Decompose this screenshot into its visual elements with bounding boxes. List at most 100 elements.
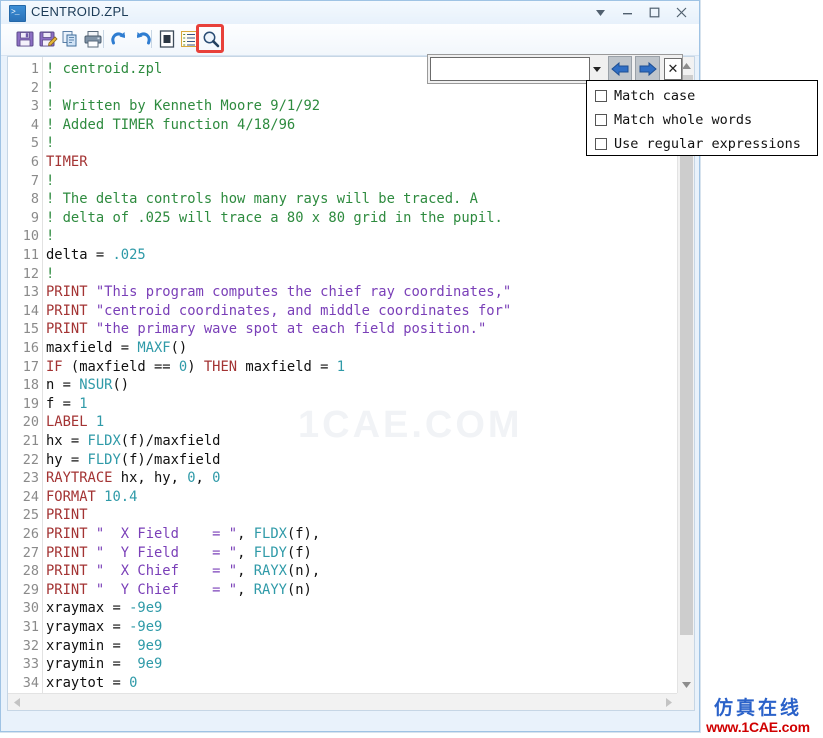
code-line[interactable]: f = 1 <box>46 395 88 414</box>
code-token: xraymin = <box>46 637 138 654</box>
code-token: ! Written by Kenneth Moore 9/1/92 <box>46 98 321 115</box>
find-button-highlight <box>196 24 224 53</box>
code-token: "the primary wave spot at each field pos… <box>95 321 487 338</box>
code-token: (f)/maxfield <box>120 451 221 468</box>
code-token: NSUR <box>79 377 113 394</box>
code-line[interactable]: ! <box>46 227 54 246</box>
code-line[interactable]: n = NSUR() <box>46 376 129 395</box>
code-line[interactable]: PRINT " X Field = ", FLDX(f), <box>46 525 320 544</box>
option-use-regular-expressions[interactable]: Use regular expressions <box>595 132 817 156</box>
code-token: yraymax = <box>46 619 130 635</box>
code-line[interactable]: RAYTRACE hx, hy, 0, 0 <box>46 469 220 488</box>
option-match-whole-words[interactable]: Match whole words <box>595 108 817 132</box>
code-line[interactable]: yraymin = 9e9 <box>46 655 162 674</box>
code-token: (n) <box>286 581 312 598</box>
code-line[interactable]: LABEL 1 <box>46 413 104 432</box>
code-token: FLDY <box>253 544 287 561</box>
line-number: 1 <box>30 61 39 77</box>
code-token: ! delta of .025 will trace a 80 x 80 gri… <box>46 209 503 226</box>
code-token: RAYX <box>253 563 287 580</box>
code-line[interactable]: hx = FLDX(f)/maxfield <box>46 432 220 451</box>
code-line[interactable]: PRINT "the primary wave spot at each fie… <box>46 320 486 339</box>
find-previous-button[interactable] <box>607 56 633 82</box>
close-find-button[interactable]: ✕ <box>663 58 682 80</box>
code-token: ! <box>46 228 55 245</box>
option-label: Match whole words <box>614 112 753 128</box>
code-token: hx = <box>46 433 88 449</box>
code-token: maxfield = <box>237 358 337 375</box>
code-token: (n), <box>286 563 321 580</box>
code-token: .025 <box>112 247 146 263</box>
save-as-button[interactable] <box>36 27 60 51</box>
line-number: 20 <box>22 414 39 431</box>
maximize-button[interactable] <box>641 2 668 24</box>
page-icon[interactable] <box>155 27 179 51</box>
line-number: 24 <box>22 488 39 505</box>
titlebar-dropdown-button[interactable] <box>587 2 614 24</box>
find-next-button[interactable] <box>635 56 660 82</box>
code-line[interactable]: ! The delta controls how many rays will … <box>46 190 478 209</box>
code-token: delta = <box>46 247 113 263</box>
minimize-button[interactable] <box>614 2 641 24</box>
code-token: 1 <box>79 395 88 412</box>
code-line[interactable]: xraymin = 9e9 <box>46 637 162 656</box>
line-number: 12 <box>22 265 39 282</box>
code-line[interactable]: PRINT " X Chief = ", RAYX(n), <box>46 562 320 581</box>
code-line[interactable]: ! <box>46 134 54 153</box>
code-token: 0 <box>212 470 221 487</box>
site-watermark: 仿真在线 www.1CAE.com <box>699 697 817 735</box>
save-button[interactable] <box>13 27 37 51</box>
scroll-right-icon[interactable] <box>660 694 677 710</box>
code-line[interactable]: PRINT "This program computes the chief r… <box>46 283 511 302</box>
code-line[interactable]: ! delta of .025 will trace a 80 x 80 gri… <box>46 209 503 228</box>
scroll-down-icon[interactable] <box>678 676 694 693</box>
code-line[interactable]: ! <box>46 265 54 284</box>
code-line[interactable]: ! <box>46 172 54 191</box>
code-token: -9e9 <box>129 600 163 617</box>
vertical-scroll-thumb[interactable] <box>680 75 693 635</box>
code-line[interactable]: FORMAT 10.4 <box>46 488 137 507</box>
toolbar <box>1 24 699 56</box>
line-number: 15 <box>22 321 39 338</box>
code-token: , <box>237 544 254 561</box>
code-token: xraytot = <box>46 674 130 691</box>
code-line[interactable]: ! centroid.zpl <box>46 60 162 79</box>
code-line[interactable]: xraytot = 0 <box>46 674 137 693</box>
checkbox-icon[interactable] <box>595 114 607 126</box>
close-button[interactable] <box>668 2 695 24</box>
search-input[interactable] <box>430 57 590 81</box>
code-line[interactable]: ! <box>46 79 54 98</box>
code-line[interactable]: PRINT " Y Chief = ", RAYY(n) <box>46 581 312 600</box>
chevron-down-icon[interactable] <box>590 57 605 81</box>
code-line[interactable]: delta = .025 <box>46 246 146 265</box>
code-line[interactable]: hy = FLDY(f)/maxfield <box>46 451 220 470</box>
line-number: 10 <box>22 228 39 245</box>
copy-button[interactable] <box>58 27 82 51</box>
code-line[interactable]: PRINT <box>46 506 88 525</box>
code-token: n = <box>46 377 80 394</box>
undo-button[interactable] <box>107 27 131 51</box>
line-number: 22 <box>22 451 39 468</box>
option-match-case[interactable]: Match case <box>595 84 817 108</box>
code-line[interactable]: ! Written by Kenneth Moore 9/1/92 <box>46 97 320 116</box>
scroll-left-icon[interactable] <box>8 694 25 710</box>
line-number: 13 <box>22 284 39 301</box>
code-line[interactable]: PRINT " Y Field = ", FLDY(f) <box>46 544 312 563</box>
code-line[interactable]: TIMER <box>46 153 88 172</box>
code-area[interactable]: 1 2 3 4 5 6 7 8 9 10 11 12 13 14 15 16 17 18 19 20 21 22 23 24 2… <box>8 57 677 693</box>
code-line[interactable]: xraymax = -9e9 <box>46 599 162 618</box>
code-line[interactable]: PRINT "centroid coordinates, and middle … <box>46 302 511 321</box>
watermark-chinese: 仿真在线 <box>713 697 802 719</box>
checkbox-icon[interactable] <box>595 90 607 102</box>
code-line[interactable]: ! Added TIMER function 4/18/96 <box>46 116 295 135</box>
checkbox-icon[interactable] <box>595 138 607 150</box>
code-token: ! <box>46 79 55 96</box>
print-button[interactable] <box>81 27 105 51</box>
code-line[interactable]: yraymax = -9e9 <box>46 618 162 637</box>
code-token: PRINT <box>46 544 88 561</box>
horizontal-scrollbar[interactable] <box>8 693 677 710</box>
code-line[interactable]: maxfield = MAXF() <box>46 339 187 358</box>
code-line[interactable]: IF (maxfield == 0) THEN maxfield = 1 <box>46 358 345 377</box>
code-token: , <box>237 526 254 542</box>
